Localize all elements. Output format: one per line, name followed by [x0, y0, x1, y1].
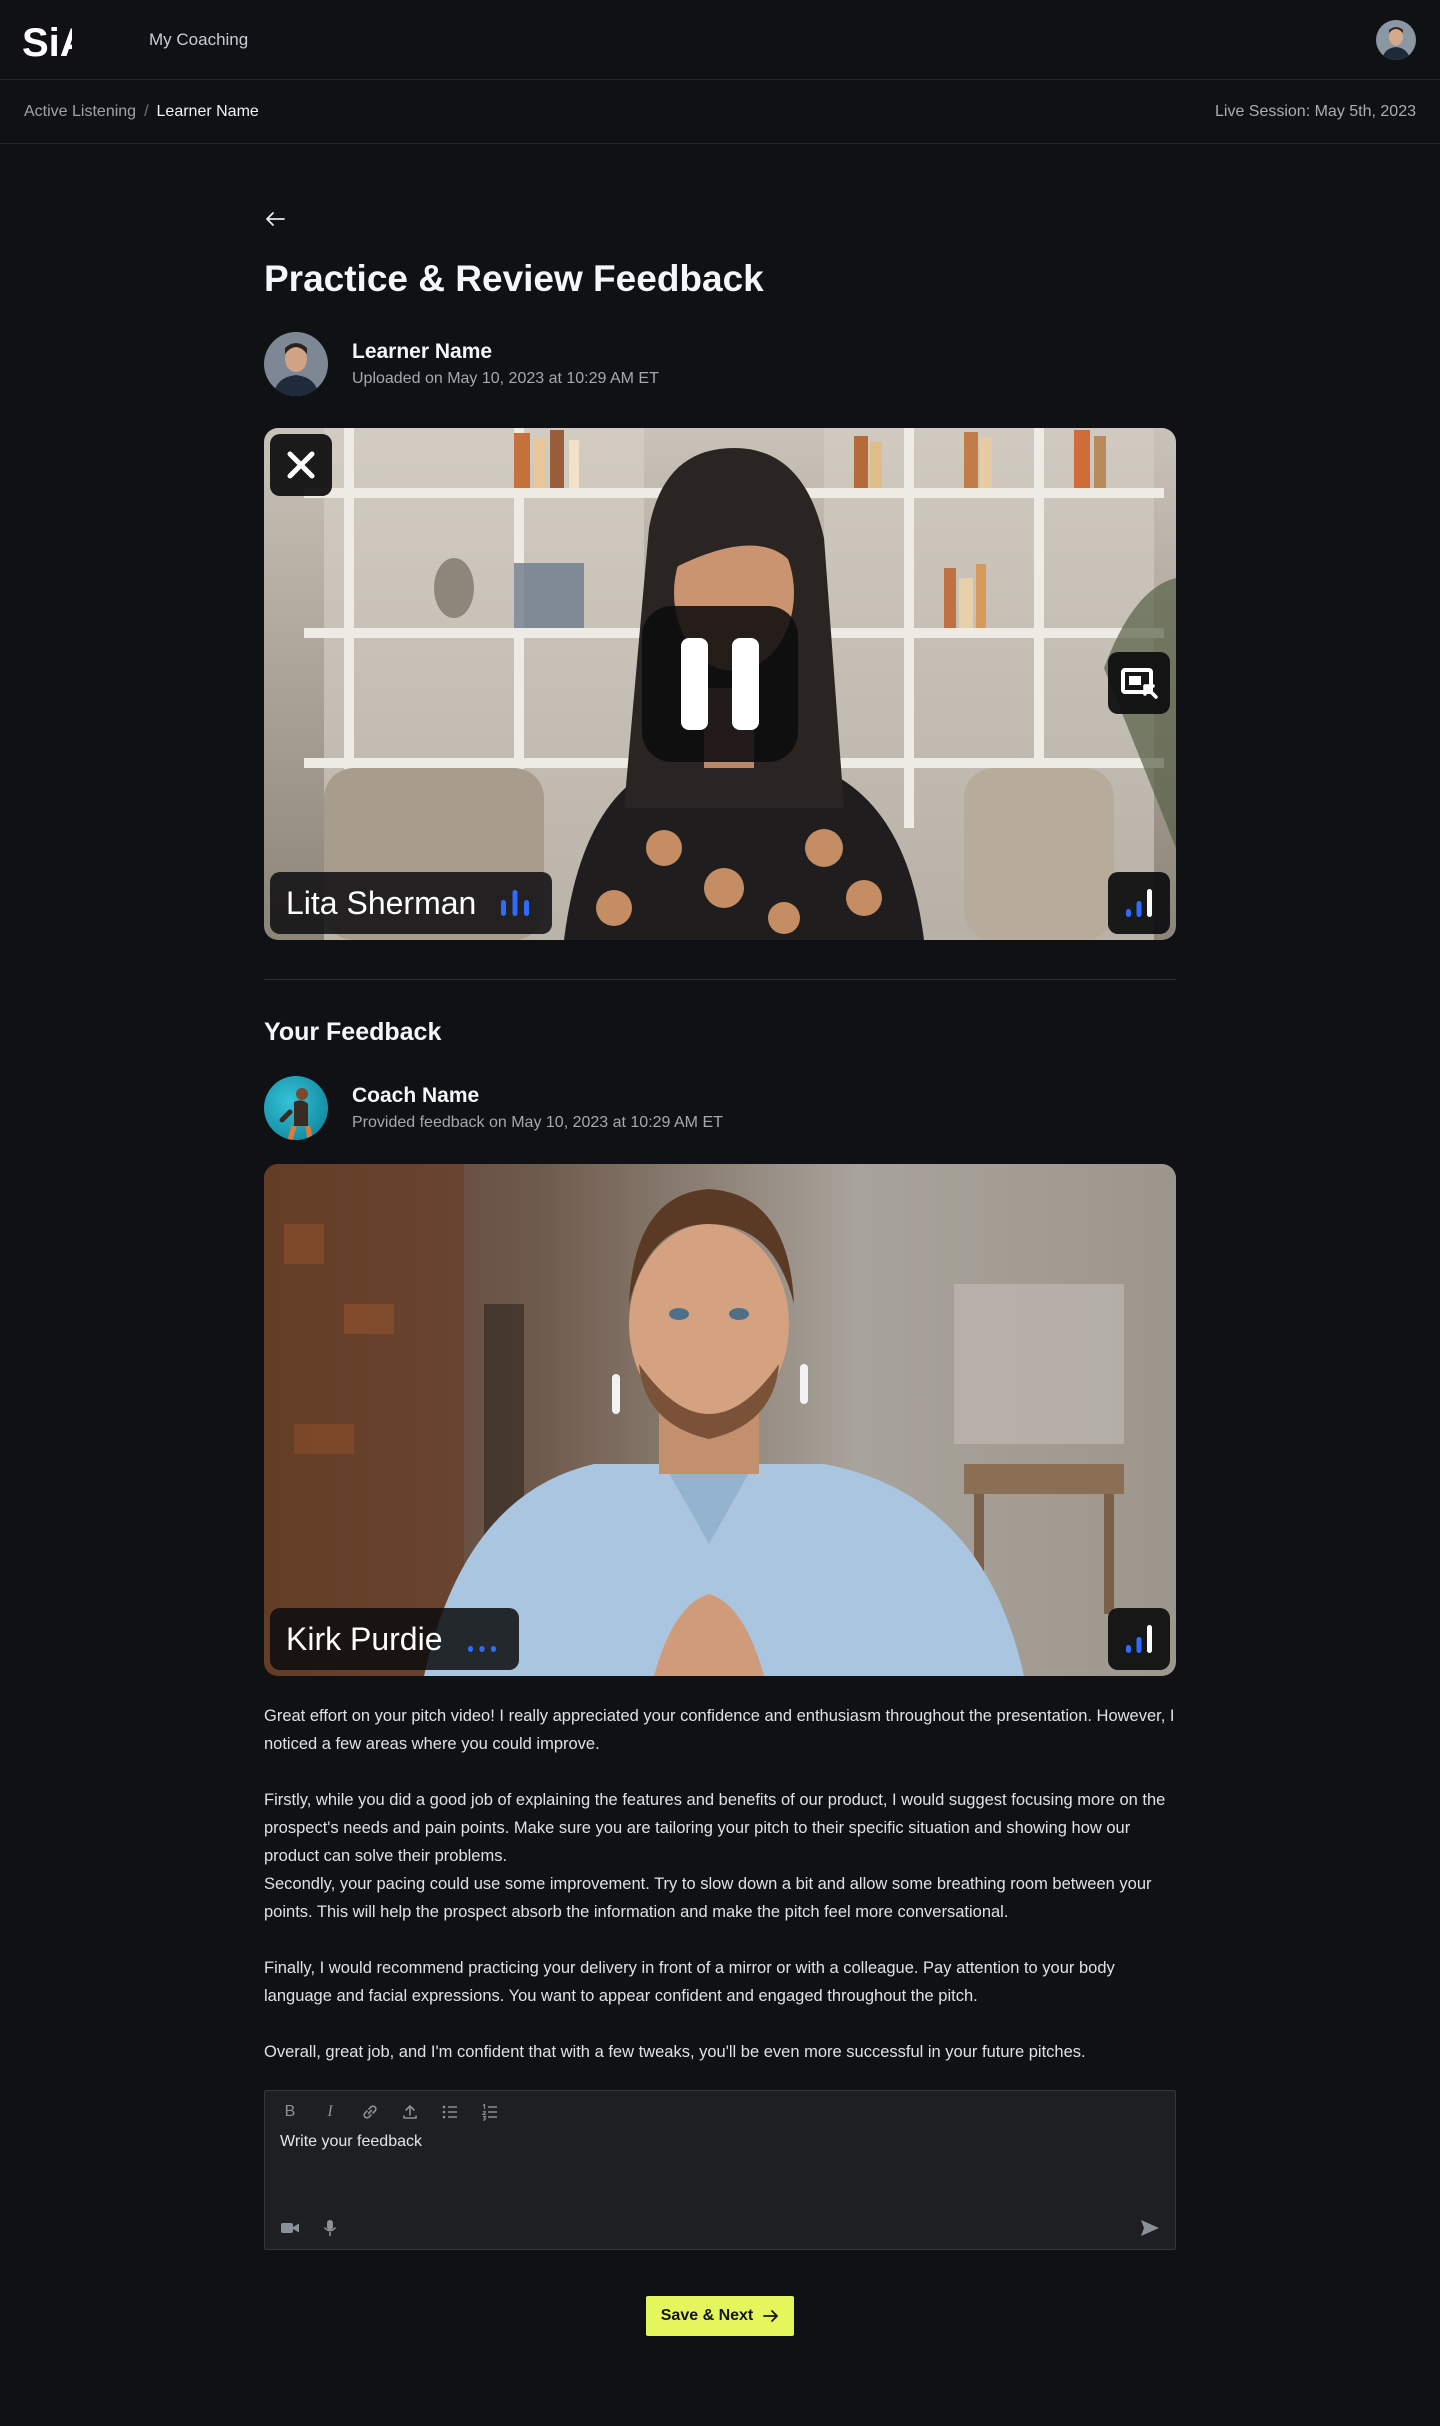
arrow-right-icon [763, 2310, 779, 2322]
feedback-section-title: Your Feedback [264, 1018, 442, 1046]
coach-info: Coach Name Provided feedback on May 10, … [264, 1076, 723, 1140]
feedback-date: Provided feedback on May 10, 2023 at 10:… [352, 1114, 723, 1131]
video-camera-icon[interactable] [279, 2217, 301, 2239]
feedback-paragraph: Finally, I would recommend practicing yo… [264, 1959, 1115, 2005]
coach-video-player[interactable]: Kirk Purdie [264, 1164, 1176, 1676]
svg-text:SiA: SiA [22, 21, 72, 62]
numbered-list-icon[interactable] [479, 2101, 501, 2123]
signal-strength-icon [1126, 889, 1152, 917]
editor-media-controls [279, 2217, 341, 2239]
learner-video-player[interactable]: Lita Sherman [264, 428, 1176, 940]
connection-strength [1108, 872, 1170, 934]
save-next-button[interactable]: Save & Next [646, 2296, 794, 2336]
italic-icon[interactable]: I [319, 2101, 341, 2123]
close-video-button[interactable] [270, 434, 332, 496]
feedback-body: Great effort on your pitch video! I real… [264, 1702, 1176, 2094]
save-next-label: Save & Next [660, 2307, 754, 2324]
coach-name: Coach Name [352, 1084, 480, 1107]
feedback-paragraph: Great effort on your pitch video! I real… [264, 1707, 1175, 1753]
bold-icon[interactable]: B [279, 2101, 301, 2123]
connection-strength [1108, 1608, 1170, 1670]
pause-button[interactable] [642, 606, 798, 762]
bullet-list-icon[interactable] [439, 2101, 461, 2123]
section-divider [264, 979, 1176, 980]
back-arrow-icon[interactable] [264, 208, 286, 230]
close-icon [287, 451, 315, 479]
feedback-paragraph: Secondly, your pacing could use some imp… [264, 1875, 1152, 1921]
coach-avatar [264, 1076, 328, 1140]
editor-toolbar: B I [279, 2101, 501, 2123]
breadcrumb: Active Listening / Learner Name [24, 103, 259, 121]
feedback-paragraph: Firstly, while you did a good job of exp… [264, 1791, 1166, 1865]
upload-icon[interactable] [399, 2101, 421, 2123]
link-icon[interactable] [359, 2101, 381, 2123]
learner-avatar [264, 332, 328, 396]
nav-my-coaching[interactable]: My Coaching [149, 30, 248, 50]
live-session-date: Live Session: May 5th, 2023 [1214, 103, 1416, 120]
page-title: Practice & Review Feedback [264, 258, 764, 299]
participant-name-tag: Kirk Purdie [270, 1608, 519, 1670]
breadcrumb-learner-name: Learner Name [156, 103, 259, 120]
upload-date: Uploaded on May 10, 2023 at 10:29 AM ET [352, 370, 659, 387]
breadcrumb-separator: / [144, 103, 149, 120]
learner-name: Learner Name [352, 340, 493, 363]
audio-level-icon [501, 890, 530, 916]
learner-info: Learner Name Uploaded on May 10, 2023 at… [264, 332, 659, 396]
participant-name: Kirk Purdie [286, 1620, 443, 1657]
breadcrumb-bar: Active Listening / Learner Name Live Ses… [0, 81, 1440, 144]
send-icon[interactable] [1139, 2217, 1161, 2239]
microphone-icon[interactable] [319, 2217, 341, 2239]
sia-logo[interactable]: SiA [22, 18, 72, 62]
feedback-paragraph: Overall, great job, and I'm confident th… [264, 2043, 1086, 2061]
pause-icon [681, 638, 708, 730]
signal-strength-icon [1126, 1625, 1152, 1653]
audio-level-icon [467, 1646, 496, 1652]
picture-in-picture-button[interactable] [1108, 652, 1170, 714]
participant-name: Lita Sherman [286, 884, 477, 921]
breadcrumb-active-listening[interactable]: Active Listening [24, 103, 136, 121]
participant-name-tag: Lita Sherman [270, 872, 553, 934]
top-navigation: SiA My Coaching [0, 0, 1440, 80]
feedback-editor: B I [264, 2090, 1176, 2250]
feedback-input[interactable] [280, 2133, 1140, 2151]
user-avatar[interactable] [1376, 20, 1416, 60]
picture-in-picture-icon [1121, 668, 1158, 699]
